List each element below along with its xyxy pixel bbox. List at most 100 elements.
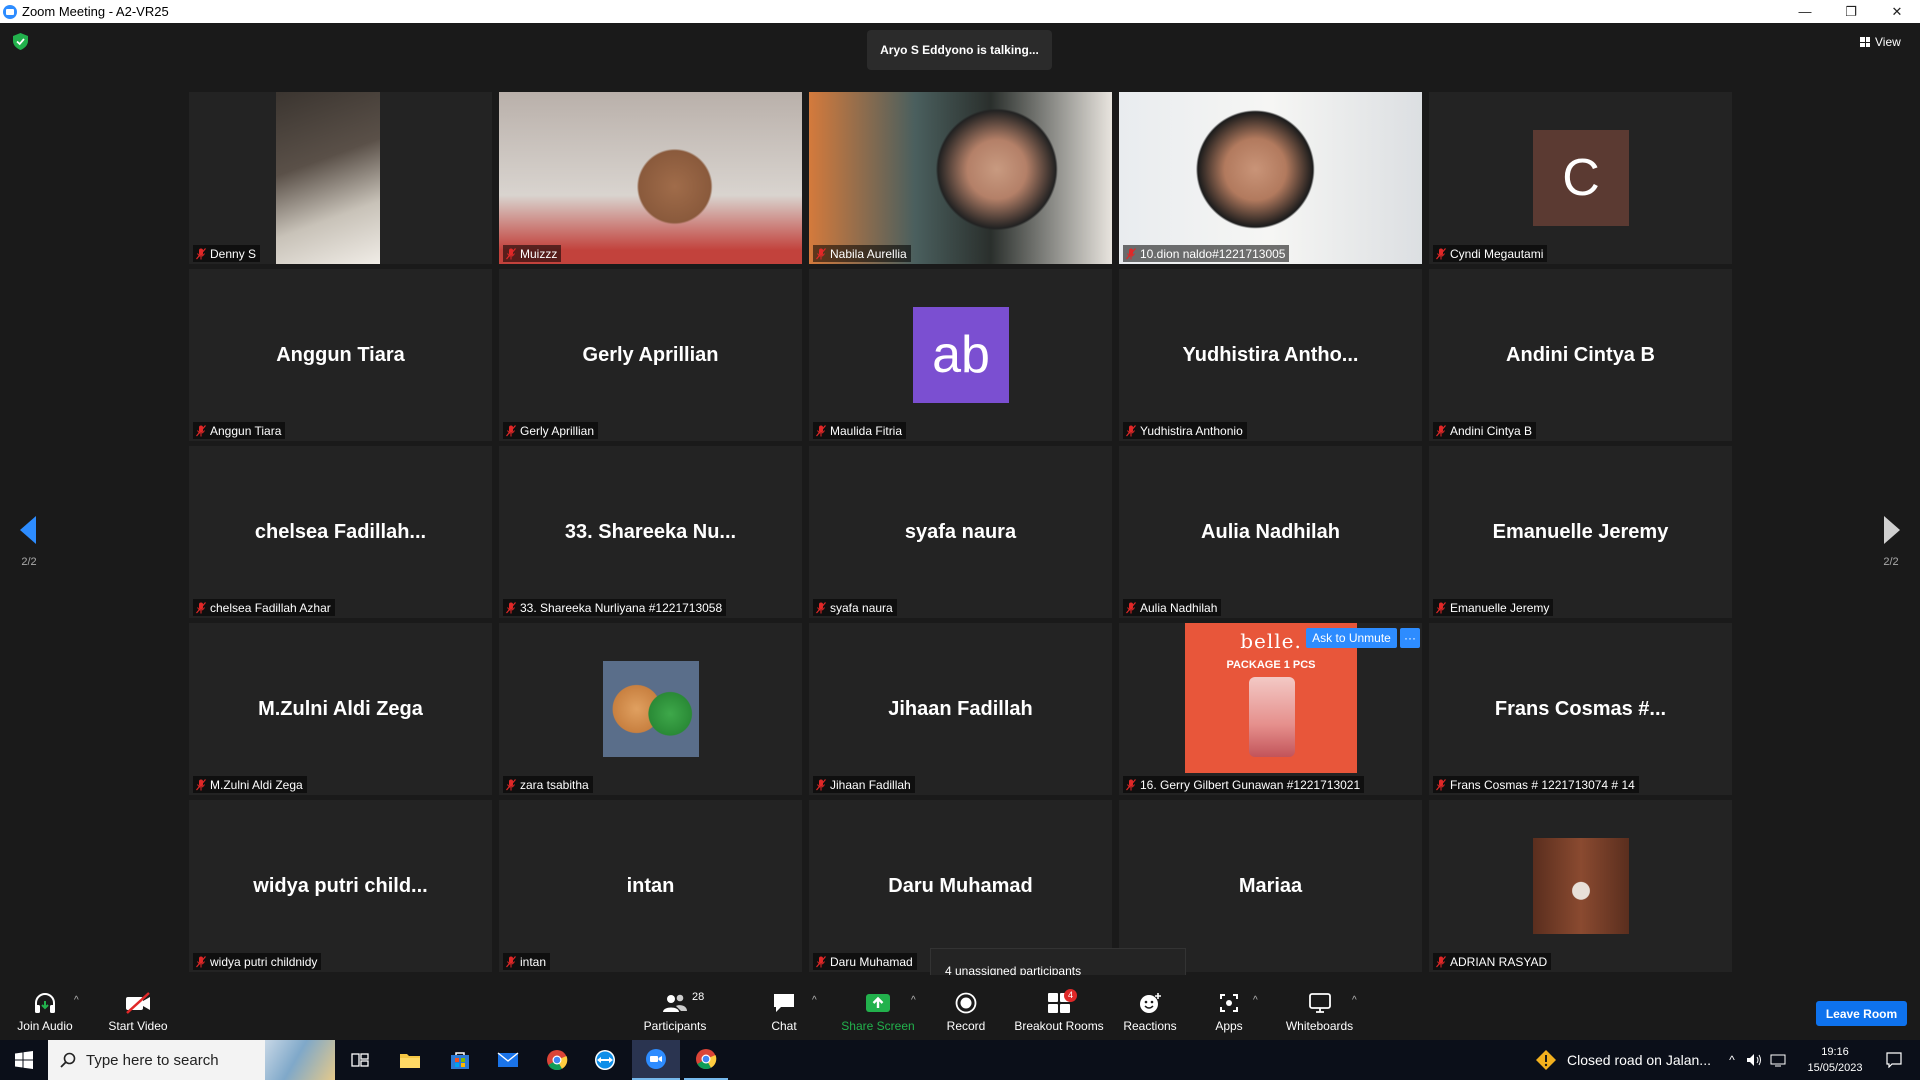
store-taskbar-icon[interactable] xyxy=(440,1040,480,1080)
participant-tile[interactable]: C Cyndi Megautami xyxy=(1429,92,1732,264)
participant-tile[interactable]: Yudhistira Antho... Yudhistira Anthonio xyxy=(1119,269,1422,441)
reactions-button[interactable]: Reactions xyxy=(1121,975,1179,1040)
more-options-button[interactable]: ··· xyxy=(1400,628,1420,648)
participant-tile[interactable]: zara tsabitha xyxy=(499,623,802,795)
participant-name-label: 16. Gerry Gilbert Gunawan #1221713021 xyxy=(1123,776,1365,793)
participant-tile[interactable]: Aulia Nadhilah Aulia Nadhilah xyxy=(1119,446,1422,618)
participant-display-name: Mariaa xyxy=(1238,874,1303,897)
participant-display-name: Daru Muhamad xyxy=(888,874,1033,897)
share-screen-icon xyxy=(866,994,890,1012)
chat-button[interactable]: Chat xyxy=(764,975,804,1040)
participant-avatar: ab xyxy=(913,307,1009,403)
zoom-taskbar-icon[interactable] xyxy=(632,1040,680,1080)
participant-tile[interactable]: Denny S xyxy=(189,92,492,264)
previous-page-arrow-icon[interactable] xyxy=(20,516,36,544)
participant-name-label: widya putri childnidy xyxy=(193,953,322,970)
participant-tile[interactable]: Nabila Aurellia xyxy=(809,92,1112,264)
breakout-rooms-button[interactable]: 4 Breakout Rooms xyxy=(1013,975,1105,1040)
participants-button[interactable]: 28 Participants xyxy=(635,975,715,1040)
shield-icon[interactable] xyxy=(13,33,28,50)
chrome-taskbar-icon[interactable] xyxy=(537,1040,577,1080)
participant-name: Frans Cosmas # 1221713074 # 14 xyxy=(1450,777,1635,792)
participant-display-name: M.Zulni Aldi Zega xyxy=(258,697,423,720)
network-icon[interactable] xyxy=(1768,1040,1788,1080)
participant-name-label: Jihaan Fadillah xyxy=(813,776,915,793)
start-video-button[interactable]: Start Video xyxy=(102,975,174,1040)
chrome-icon xyxy=(547,1050,568,1071)
participant-tile[interactable]: Frans Cosmas #... Frans Cosmas # 12217130… xyxy=(1429,623,1732,795)
participant-tile[interactable]: Andini Cintya B Andini Cintya B xyxy=(1429,269,1732,441)
system-clock[interactable]: 19:16 15/05/2023 xyxy=(1800,1044,1870,1076)
minimize-button[interactable]: — xyxy=(1782,0,1828,23)
participant-tile[interactable]: Mariaa xyxy=(1119,800,1422,972)
participant-tile[interactable]: Emanuelle Jeremy Emanuelle Jeremy xyxy=(1429,446,1732,618)
participant-name: Anggun Tiara xyxy=(210,423,282,438)
participant-name: intan xyxy=(520,954,547,969)
chat-label: Chat xyxy=(771,1019,797,1033)
muted-mic-icon xyxy=(506,424,516,436)
product-pack-image xyxy=(1249,677,1295,757)
chrome-profile-taskbar-icon[interactable] xyxy=(684,1040,728,1080)
participant-name-label: Nabila Aurellia xyxy=(813,245,911,262)
participant-name: widya putri childnidy xyxy=(210,954,318,969)
participant-tile[interactable]: intan intan xyxy=(499,800,802,972)
whiteboards-options-caret-icon[interactable]: ^ xyxy=(1352,995,1357,1006)
participant-profile-photo xyxy=(1533,838,1629,934)
participant-display-name: intan xyxy=(626,874,675,897)
participant-name-label: Anggun Tiara xyxy=(193,422,286,439)
meeting-toolbar: Join Audio ^ Start Video 28 Participants xyxy=(0,975,1920,1040)
notifications-icon[interactable] xyxy=(1876,1040,1912,1080)
audio-options-caret-icon[interactable]: ^ xyxy=(74,995,79,1006)
participant-name: 33. Shareeka Nurliyana #1221713058 xyxy=(520,600,723,615)
participant-name: Cyndi Megautami xyxy=(1450,246,1544,261)
windows-start-button[interactable] xyxy=(0,1040,48,1080)
teamviewer-taskbar-icon[interactable] xyxy=(585,1040,625,1080)
window-titlebar: Zoom Meeting - A2-VR25 — ❐ ✕ xyxy=(0,0,1920,23)
participant-tile[interactable]: 10.dion naldo#1221713005 xyxy=(1119,92,1422,264)
mail-taskbar-icon[interactable] xyxy=(488,1040,528,1080)
chat-options-caret-icon[interactable]: ^ xyxy=(812,995,817,1006)
participant-tile[interactable]: Gerly Aprillian Gerly Aprillian xyxy=(499,269,802,441)
participant-tile[interactable]: Daru Muhamad Daru Muhamad xyxy=(809,800,1112,972)
participant-tile[interactable]: belle. PACKAGE 1 PCS Ask to Unmute ··· 16. G… xyxy=(1119,623,1422,795)
ask-to-unmute-button[interactable]: Ask to Unmute xyxy=(1306,628,1397,648)
file-explorer-taskbar-icon[interactable] xyxy=(390,1040,430,1080)
participant-tile[interactable]: Jihaan Fadillah Jihaan Fadillah xyxy=(809,623,1112,795)
participant-video xyxy=(499,92,802,264)
participant-tile[interactable]: Anggun Tiara Anggun Tiara xyxy=(189,269,492,441)
participant-display-name: Gerly Aprillian xyxy=(582,343,719,366)
clock-date: 15/05/2023 xyxy=(1807,1062,1863,1074)
participant-tile[interactable]: 33. Shareeka Nu... 33. Shareeka Nurliyana… xyxy=(499,446,802,618)
close-button[interactable]: ✕ xyxy=(1874,0,1920,23)
participant-name: Denny S xyxy=(210,246,257,261)
news-widget[interactable]: Closed road on Jalan... xyxy=(1535,1040,1711,1080)
view-button[interactable]: View xyxy=(1860,35,1901,49)
zoom-app-icon xyxy=(646,1049,666,1069)
participant-tile[interactable]: M.Zulni Aldi Zega M.Zulni Aldi Zega xyxy=(189,623,492,795)
participant-tile[interactable]: chelsea Fadillah... chelsea Fadillah Azha… xyxy=(189,446,492,618)
participant-name: Aulia Nadhilah xyxy=(1140,600,1218,615)
tray-chevron-icon[interactable]: ^ xyxy=(1724,1040,1740,1080)
window-title: Zoom Meeting - A2-VR25 xyxy=(22,4,169,19)
next-page-arrow-icon[interactable] xyxy=(1884,516,1900,544)
participant-tile[interactable]: Muizzz xyxy=(499,92,802,264)
leave-room-button[interactable]: Leave Room xyxy=(1816,1001,1907,1026)
participant-tile[interactable]: ADRIAN RASYAD xyxy=(1429,800,1732,972)
volume-icon[interactable] xyxy=(1744,1040,1764,1080)
muted-mic-icon xyxy=(1436,424,1446,436)
muted-mic-icon xyxy=(816,424,826,436)
participant-tile[interactable]: widya putri child... widya putri childnid… xyxy=(189,800,492,972)
share-options-caret-icon[interactable]: ^ xyxy=(911,995,916,1006)
apps-button[interactable]: Apps xyxy=(1208,975,1250,1040)
participant-tile[interactable]: ab Maulida Fitria xyxy=(809,269,1112,441)
task-view-button[interactable] xyxy=(340,1040,380,1080)
taskbar-search-box[interactable]: Type here to search xyxy=(48,1040,335,1080)
record-button[interactable]: Record xyxy=(942,975,990,1040)
apps-options-caret-icon[interactable]: ^ xyxy=(1253,995,1258,1006)
share-screen-button[interactable]: Share Screen xyxy=(838,975,918,1040)
participant-tile[interactable]: syafa naura syafa naura xyxy=(809,446,1112,618)
whiteboards-button[interactable]: Whiteboards xyxy=(1282,975,1357,1040)
join-audio-button[interactable]: Join Audio xyxy=(10,975,80,1040)
restore-button[interactable]: ❐ xyxy=(1828,0,1874,23)
participant-display-name: Aulia Nadhilah xyxy=(1201,520,1340,543)
